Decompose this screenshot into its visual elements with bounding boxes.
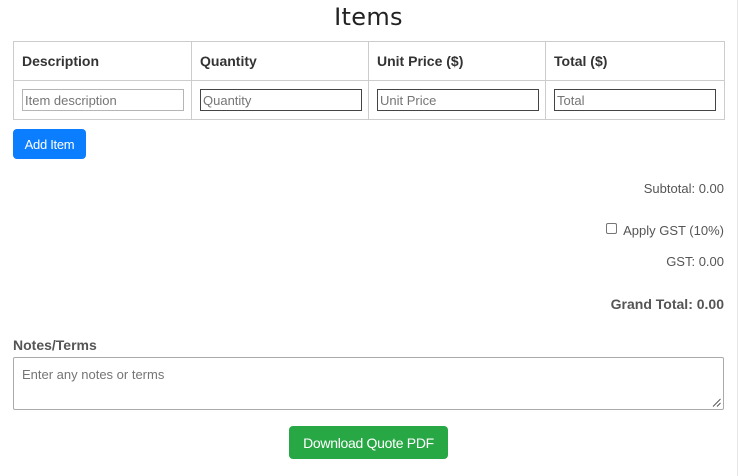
column-header-quantity: Quantity bbox=[191, 41, 369, 81]
unit-price-input[interactable] bbox=[377, 89, 539, 111]
gst-text: GST: 0.00 bbox=[666, 254, 724, 269]
download-quote-pdf-button[interactable]: Download Quote PDF bbox=[289, 426, 448, 459]
quantity-cell bbox=[191, 80, 369, 120]
description-cell bbox=[13, 80, 192, 120]
page-edge-divider bbox=[737, 0, 738, 476]
items-table-header-row: Description Quantity Unit Price ($) Tota… bbox=[13, 41, 725, 81]
notes-textarea[interactable]: Enter any notes or terms bbox=[13, 357, 724, 410]
items-heading: Items bbox=[334, 3, 403, 31]
column-header-unit-price: Unit Price ($) bbox=[368, 41, 546, 81]
quantity-input[interactable] bbox=[200, 89, 362, 111]
grand-total-text: Grand Total: 0.00 bbox=[610, 296, 724, 312]
apply-gst-row: Apply GST (10%) bbox=[606, 223, 724, 238]
apply-gst-label[interactable]: Apply GST (10%) bbox=[623, 223, 724, 238]
notes-label: Notes/Terms bbox=[13, 337, 97, 353]
resize-grip-icon[interactable] bbox=[712, 398, 721, 407]
column-header-description: Description bbox=[13, 41, 192, 81]
items-table: Description Quantity Unit Price ($) Tota… bbox=[13, 41, 725, 120]
column-header-total: Total ($) bbox=[545, 41, 725, 81]
add-item-button[interactable]: Add Item bbox=[13, 129, 86, 159]
total-input[interactable] bbox=[554, 89, 716, 111]
subtotal-text: Subtotal: 0.00 bbox=[643, 181, 724, 196]
total-cell bbox=[545, 80, 725, 120]
notes-placeholder: Enter any notes or terms bbox=[22, 367, 165, 382]
item-description-input[interactable] bbox=[22, 89, 184, 111]
unit-price-cell bbox=[368, 80, 546, 120]
quote-form-page: Items Description Quantity Unit Price ($… bbox=[0, 0, 745, 476]
table-row bbox=[13, 80, 725, 120]
apply-gst-checkbox[interactable] bbox=[606, 223, 618, 234]
